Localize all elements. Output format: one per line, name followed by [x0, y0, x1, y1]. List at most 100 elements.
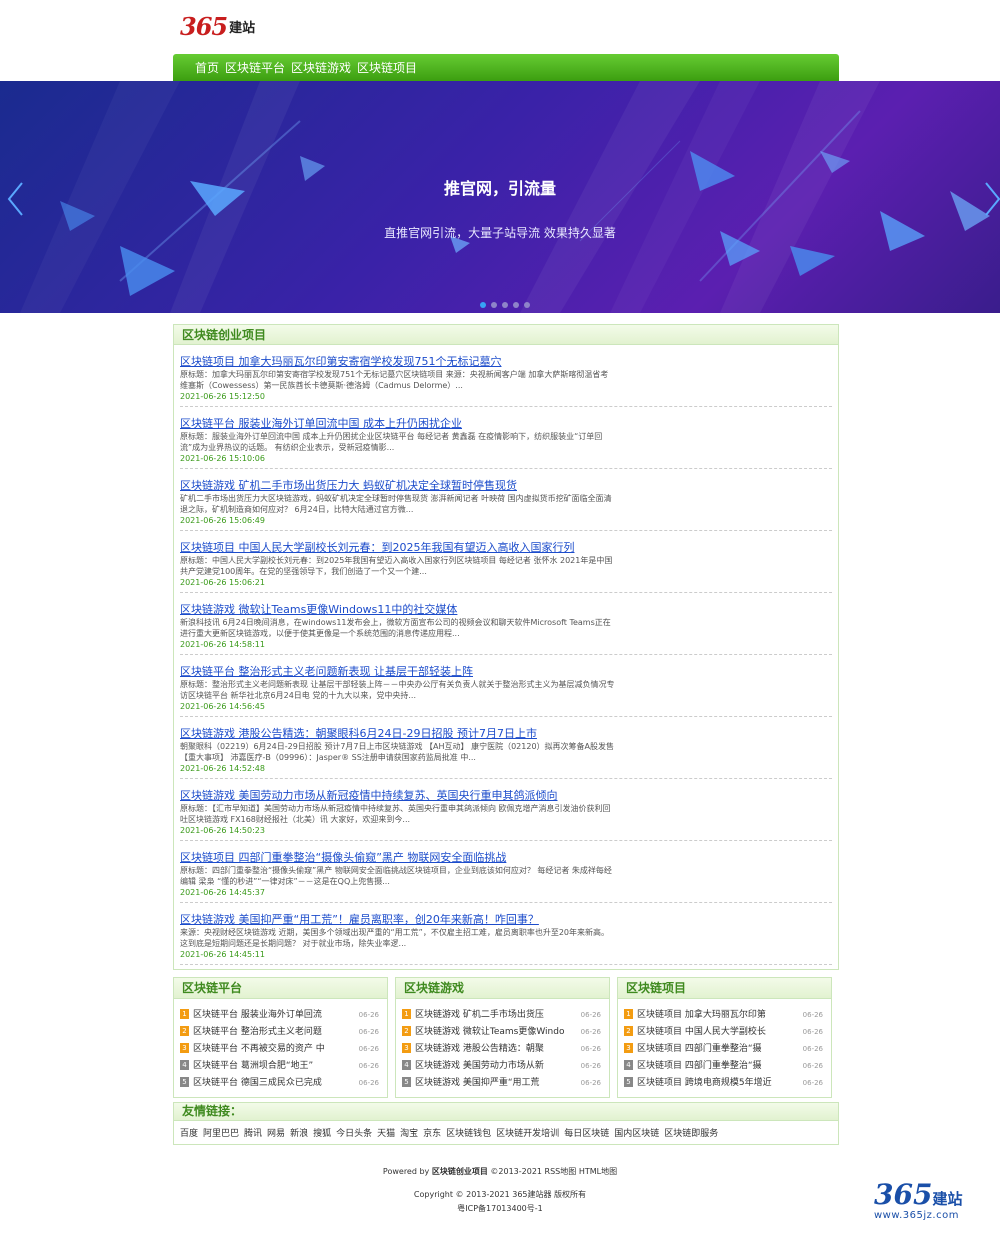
prev-slide-arrow-icon[interactable]: [6, 181, 26, 217]
friend-link[interactable]: 每日区块链: [564, 1129, 609, 1139]
footer-powered-prefix: Powered by: [382, 1167, 430, 1176]
slide-dot[interactable]: [502, 302, 508, 308]
nav-blockchain-platform[interactable]: 区块链平台: [225, 59, 285, 76]
column-item-date: 06-26: [358, 1011, 379, 1019]
news-title-link[interactable]: 区块链游戏 微软让Teams更像Windows11中的社交媒体: [180, 601, 457, 617]
news-item: 区块链游戏 微软让Teams更像Windows11中的社交媒体 新浪科技讯 6月2…: [180, 601, 832, 655]
column-item-title: 区块链游戏 美国劳动力市场从新: [415, 1061, 544, 1071]
news-title-link[interactable]: 区块链游戏 矿机二手市场出货压力大 蚂蚁矿机决定全球暂时停售现货: [180, 477, 517, 493]
column-item-title: 区块链项目 四部门重拳整治“摄: [637, 1061, 762, 1071]
column-item-title: 区块链游戏 美国抑严重“用工荒: [415, 1078, 540, 1088]
column-item-date: 06-26: [802, 1045, 823, 1053]
column-list-item[interactable]: 1 区块链项目 加拿大玛丽瓦尔印第 06-26: [624, 1007, 825, 1024]
footer-icp[interactable]: 粤ICP备17013400号-1: [0, 1203, 1000, 1214]
news-title-link[interactable]: 区块链平台 服装业海外订单回流中国 成本上升仍困扰企业: [180, 415, 462, 431]
column-list-item[interactable]: 3 区块链游戏 港股公告精选：朝聚 06-26: [402, 1041, 603, 1058]
news-time: 2021-06-26 15:06:21: [180, 578, 265, 587]
column-item-date: 06-26: [358, 1062, 379, 1070]
main-nav: 首页 区块链平台 区块链游戏 区块链项目: [173, 54, 839, 81]
column-item-title: 区块链平台 不再被交易的资产 中: [193, 1044, 325, 1054]
friend-link[interactable]: 搜狐: [313, 1129, 331, 1139]
rank-badge: 4: [402, 1060, 411, 1070]
column-list-item[interactable]: 3 区块链平台 不再被交易的资产 中 06-26: [180, 1041, 381, 1058]
news-summary: 原标题：整治形式主义老问题新表现 让基层干部轻装上阵－－中央办公厅有关负责人就关…: [180, 680, 615, 700]
news-time: 2021-06-26 14:45:37: [180, 888, 265, 897]
news-time: 2021-06-26 15:06:49: [180, 516, 265, 525]
column-item-date: 06-26: [802, 1062, 823, 1070]
column-item-date: 06-26: [580, 1011, 601, 1019]
news-section-heading: 区块链创业项目: [174, 325, 838, 345]
news-title-link[interactable]: 区块链游戏 美国抑严重“用工荒”！雇员离职率，创20年来新高！咋回事？: [180, 911, 539, 927]
rank-badge: 1: [402, 1009, 411, 1019]
column-item-date: 06-26: [580, 1079, 601, 1087]
news-time: 2021-06-26 15:12:50: [180, 392, 265, 401]
footer-html-map-link[interactable]: HTML地图: [579, 1167, 617, 1176]
column-list-item[interactable]: 3 区块链项目 四部门重拳整治“摄 06-26: [624, 1041, 825, 1058]
column-list-item[interactable]: 4 区块链游戏 美国劳动力市场从新 06-26: [402, 1058, 603, 1075]
site-logo[interactable]: 365 建站: [180, 12, 255, 40]
logo-number: 365: [180, 12, 228, 41]
rank-badge: 3: [624, 1043, 633, 1053]
column-list-item[interactable]: 2 区块链平台 整治形式主义老问题 06-26: [180, 1024, 381, 1041]
slide-dot[interactable]: [491, 302, 497, 308]
news-title-link[interactable]: 区块链游戏 美国劳动力市场从新冠疫情中持续复苏、英国央行重申其鸽派倾向: [180, 787, 558, 803]
news-title-link[interactable]: 区块链平台 整治形式主义老问题新表现 让基层干部轻装上阵: [180, 663, 473, 679]
next-slide-arrow-icon[interactable]: [982, 181, 1000, 217]
friend-link[interactable]: 新浪: [290, 1129, 308, 1139]
friend-link[interactable]: 今日头条: [336, 1129, 372, 1139]
friend-link[interactable]: 腾讯: [244, 1129, 262, 1139]
column-heading: 区块链游戏: [396, 978, 609, 999]
column-item-date: 06-26: [580, 1062, 601, 1070]
column-list-item[interactable]: 5 区块链游戏 美国抑严重“用工荒 06-26: [402, 1075, 603, 1092]
column-list-item[interactable]: 1 区块链游戏 矿机二手市场出货压 06-26: [402, 1007, 603, 1024]
column-list: 1 区块链平台 服装业海外订单回流 06-26 2 区块链平台 整治形式主义老问题 06-…: [174, 999, 387, 1092]
column-list-item[interactable]: 4 区块链项目 四部门重拳整治“摄 06-26: [624, 1058, 825, 1075]
corner-logo[interactable]: 365建站 www.365jz.com: [874, 1180, 996, 1228]
friend-link[interactable]: 百度: [180, 1129, 198, 1139]
column-list-item[interactable]: 4 区块链平台 葛洲坝合肥“地王” 06-26: [180, 1058, 381, 1075]
news-summary: 原标题：服装业海外订单回流中国 成本上升仍困扰企业区块链平台 每经记者 黄鑫磊 …: [180, 432, 603, 452]
friend-link[interactable]: 阿里巴巴: [203, 1129, 239, 1139]
corner-logo-number: 365: [874, 1178, 933, 1211]
column-item-date: 06-26: [580, 1028, 601, 1036]
nav-blockchain-games[interactable]: 区块链游戏: [291, 59, 351, 76]
news-section: 区块链创业项目 区块链项目 加拿大玛丽瓦尔印第安寄宿学校发现751个无标记墓穴原…: [173, 324, 839, 970]
slide-dot[interactable]: [480, 302, 486, 308]
friend-link[interactable]: 天猫: [377, 1129, 395, 1139]
footer-site-link[interactable]: 区块链创业项目: [432, 1167, 488, 1176]
slide-dot[interactable]: [524, 302, 530, 308]
friend-link[interactable]: 淘宝: [400, 1129, 418, 1139]
news-title-link[interactable]: 区块链项目 四部门重拳整治“摄像头偷窥”黑产 物联网安全面临挑战: [180, 849, 506, 865]
news-title-link[interactable]: 区块链游戏 港股公告精选：朝聚眼科6月24日-29日招股 预计7月7日上市: [180, 725, 537, 741]
corner-logo-url: www.365jz.com: [874, 1210, 959, 1221]
news-title-link[interactable]: 区块链项目 加拿大玛丽瓦尔印第安寄宿学校发现751个无标记墓穴: [180, 353, 502, 369]
nav-blockchain-projects[interactable]: 区块链项目: [357, 59, 417, 76]
news-time: 2021-06-26 14:45:11: [180, 950, 265, 959]
news-summary: 新浪科技讯 6月24日晚间消息，在windows11发布会上，微软方面宣布公司的…: [180, 618, 611, 638]
column-item-title: 区块链项目 加拿大玛丽瓦尔印第: [637, 1010, 766, 1020]
column-list-item[interactable]: 1 区块链平台 服装业海外订单回流 06-26: [180, 1007, 381, 1024]
news-item: 区块链项目 中国人民大学副校长刘元春：到2025年我国有望迈入高收入国家行列 原标…: [180, 539, 832, 593]
news-item: 区块链游戏 港股公告精选：朝聚眼科6月24日-29日招股 预计7月7日上市 朝聚眼…: [180, 725, 832, 779]
column-item-title: 区块链平台 服装业海外订单回流: [193, 1010, 322, 1020]
friend-link[interactable]: 区块链即服务: [664, 1129, 718, 1139]
friend-link[interactable]: 区块链钱包: [446, 1129, 491, 1139]
news-summary: 原标题：加拿大玛丽瓦尔印第安寄宿学校发现751个无标记墓穴区块链项目 来源：央视…: [180, 370, 609, 390]
nav-home[interactable]: 首页: [195, 59, 219, 76]
column-list-item[interactable]: 5 区块链项目 跨境电商规模5年增近 06-26: [624, 1075, 825, 1092]
news-time: 2021-06-26 14:50:23: [180, 826, 265, 835]
friend-link[interactable]: 国内区块链: [614, 1129, 659, 1139]
column-list: 1 区块链游戏 矿机二手市场出货压 06-26 2 区块链游戏 微软让Teams更像Wi…: [396, 999, 609, 1092]
friend-link[interactable]: 区块链开发培训: [496, 1129, 559, 1139]
news-summary: 矿机二手市场出货压力大区块链游戏，蚂蚁矿机决定全球暂时停售现货 澎湃新闻记者 叶…: [180, 494, 612, 514]
friend-links-list: 百度 阿里巴巴 腾讯 网易 新浪 搜狐 今日头条 天猫 淘宝 京东 区块链钱包 区块链开发培训 每日区块…: [174, 1121, 838, 1144]
column-list-item[interactable]: 5 区块链平台 德国三成民众已完成 06-26: [180, 1075, 381, 1092]
slide-dot[interactable]: [513, 302, 519, 308]
friend-link[interactable]: 网易: [267, 1129, 285, 1139]
friend-link[interactable]: 京东: [423, 1129, 441, 1139]
column-list-item[interactable]: 2 区块链项目 中国人民大学副校长 06-26: [624, 1024, 825, 1041]
news-time: 2021-06-26 15:10:06: [180, 454, 265, 463]
news-title-link[interactable]: 区块链项目 中国人民大学副校长刘元春：到2025年我国有望迈入高收入国家行列: [180, 539, 575, 555]
footer-rss-link[interactable]: RSS地图: [545, 1167, 577, 1176]
column-list-item[interactable]: 2 区块链游戏 微软让Teams更像Windo 06-26: [402, 1024, 603, 1041]
